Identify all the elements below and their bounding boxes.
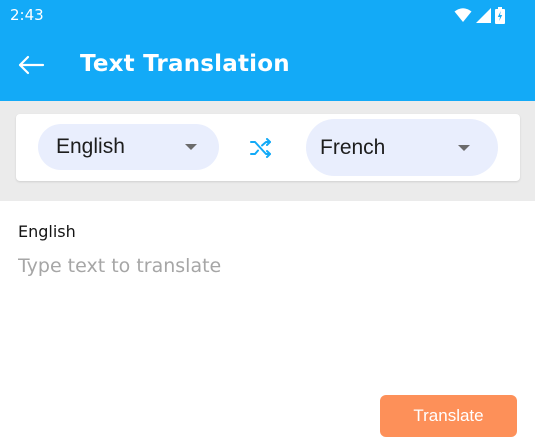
status-icons	[454, 6, 505, 24]
language-card: English French	[16, 114, 520, 181]
input-language-label: English	[18, 222, 76, 241]
app-header: 2:43 Text Translation	[0, 0, 535, 101]
source-language-select[interactable]: English	[38, 124, 219, 170]
target-language-label: French	[320, 135, 386, 159]
swap-languages-button[interactable]	[247, 136, 275, 160]
wifi-icon	[454, 8, 472, 22]
shuffle-icon	[250, 138, 271, 158]
arrow-left-icon	[18, 55, 45, 75]
battery-icon	[495, 6, 505, 24]
chevron-down-icon	[458, 145, 470, 151]
target-language-select[interactable]: French	[306, 119, 498, 176]
back-button[interactable]	[14, 50, 48, 80]
language-bar: English French	[0, 101, 535, 201]
text-input[interactable]	[18, 255, 518, 385]
page-title: Text Translation	[80, 51, 290, 77]
status-time: 2:43	[10, 6, 44, 24]
chevron-down-icon	[185, 144, 197, 150]
source-language-label: English	[56, 135, 125, 158]
translate-button[interactable]: Translate	[380, 395, 517, 437]
signal-icon	[476, 7, 491, 23]
